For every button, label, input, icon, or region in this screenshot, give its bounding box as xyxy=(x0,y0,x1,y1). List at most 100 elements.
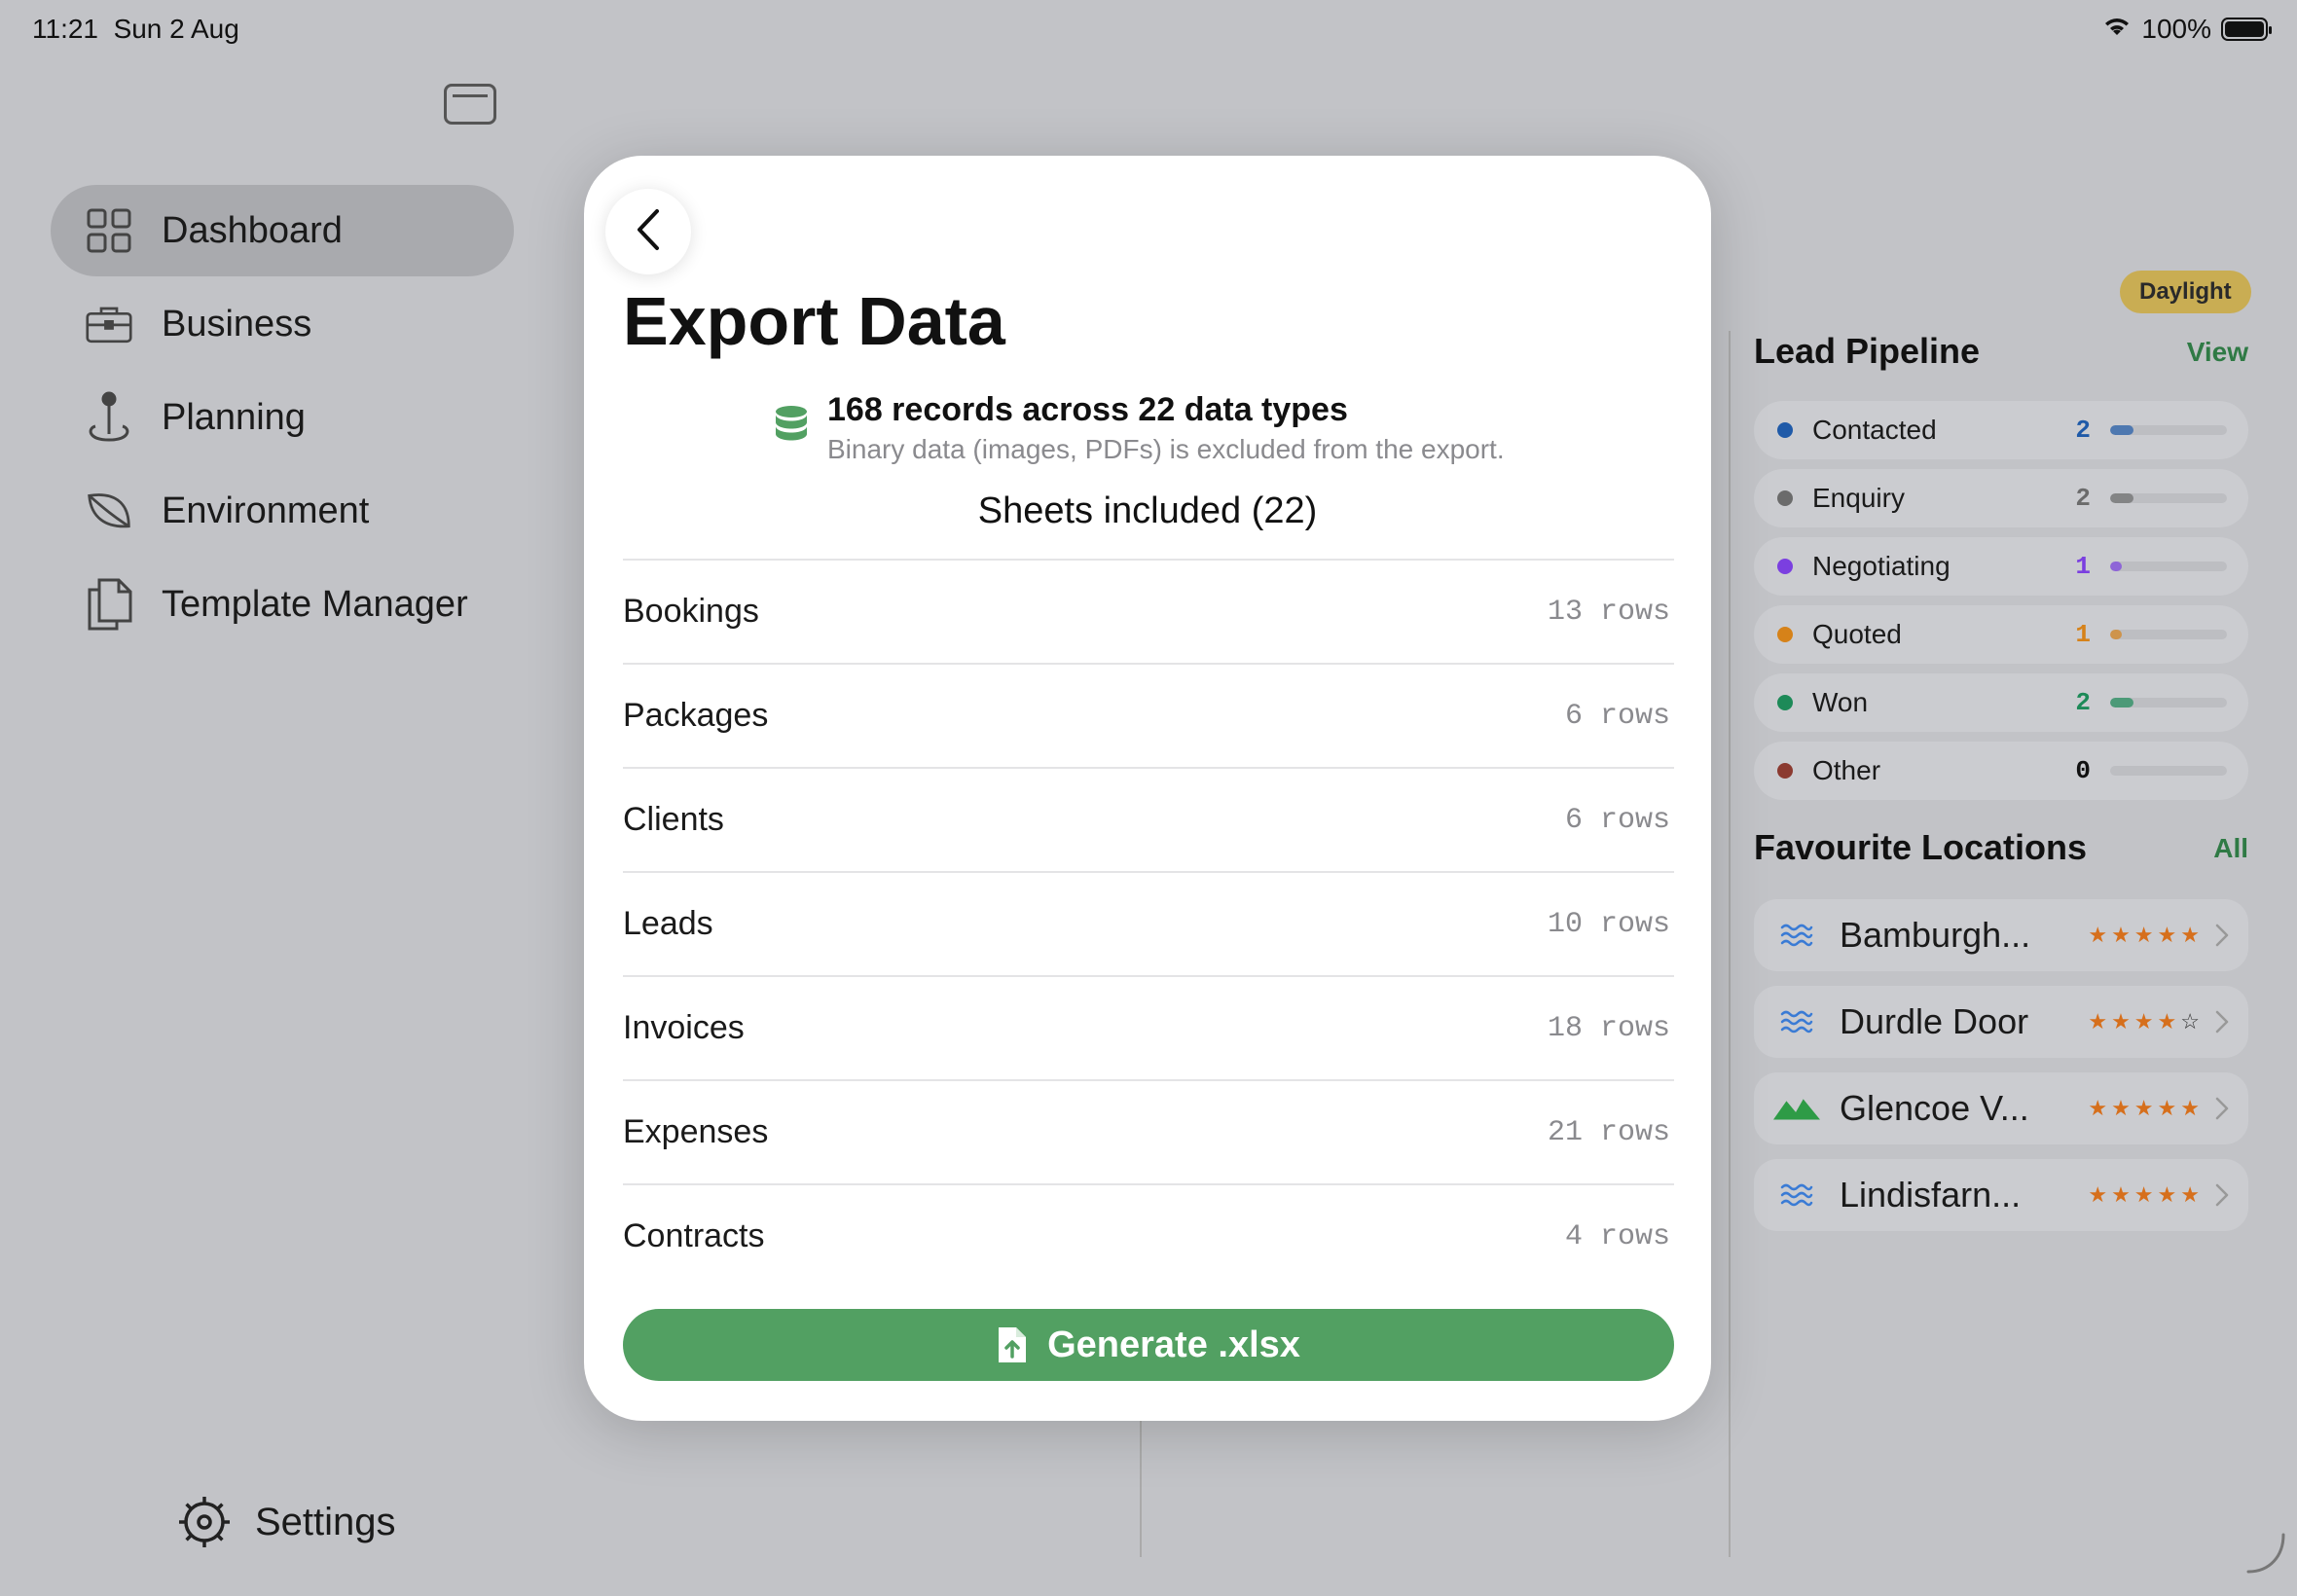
generate-xlsx-button[interactable]: Generate .xlsx xyxy=(623,1309,1674,1381)
pipeline-label: Enquiry xyxy=(1812,483,1905,513)
pipeline-row-won[interactable]: Won 2 xyxy=(1754,673,2248,732)
sheet-row-count: 21 rows xyxy=(1547,1115,1670,1149)
star-filled-icon: ★ xyxy=(2157,1096,2181,1120)
pipeline-label: Won xyxy=(1812,687,1869,717)
pipeline-progress-bar xyxy=(2110,698,2227,707)
pipeline-row-contacted[interactable]: Contacted 2 xyxy=(1754,401,2248,459)
star-filled-icon: ★ xyxy=(2088,1096,2112,1120)
sidebar-item-label: Planning xyxy=(162,396,306,438)
pipeline-row-enquiry[interactable]: Enquiry 2 xyxy=(1754,469,2248,527)
sidebar-item-label: Business xyxy=(162,303,312,345)
location-rating: ★★★★★ xyxy=(2088,1096,2204,1121)
mountains-icon xyxy=(1773,1095,1820,1122)
favourite-locations-title: Favourite Locations xyxy=(1754,827,2088,867)
pipeline-progress-fill xyxy=(2110,698,2133,707)
resize-handle-icon xyxy=(2241,1529,2289,1582)
status-indicators: 100% xyxy=(2102,14,2272,45)
chevron-right-icon xyxy=(2215,1001,2229,1042)
pipeline-label: Other xyxy=(1812,755,1881,785)
sheet-row: Contracts 4 rows xyxy=(623,1183,1674,1288)
sheet-row: Packages 6 rows xyxy=(623,663,1674,767)
sheet-row: Invoices 18 rows xyxy=(623,975,1674,1079)
sheet-name: Expenses xyxy=(623,1113,769,1150)
sidebar-item-planning[interactable]: Planning xyxy=(51,372,514,463)
sheet-name: Leads xyxy=(623,905,713,942)
pipeline-progress-fill xyxy=(2110,630,2122,639)
status-dot xyxy=(1777,695,1793,710)
pipeline-row-negotiating[interactable]: Negotiating 1 xyxy=(1754,537,2248,596)
pipeline-progress-bar xyxy=(2110,562,2227,571)
chevron-right-icon xyxy=(2215,1175,2229,1215)
database-icon xyxy=(775,405,808,453)
chevron-right-icon xyxy=(2215,915,2229,956)
export-data-modal: Export Data 168 records across 22 data t… xyxy=(584,156,1711,1421)
sidebar-item-label: Template Manager xyxy=(162,583,468,625)
star-filled-icon: ★ xyxy=(2111,1182,2134,1207)
star-filled-icon: ★ xyxy=(2088,923,2112,947)
location-rating: ★★★★☆ xyxy=(2088,1009,2204,1034)
pipeline-progress-fill xyxy=(2110,562,2122,571)
sidebar-item-business[interactable]: Business xyxy=(51,278,514,370)
status-dot xyxy=(1777,490,1793,506)
pipeline-progress-bar xyxy=(2110,766,2227,776)
sheet-row-count: 6 rows xyxy=(1564,803,1670,837)
chevron-right-icon xyxy=(2215,1088,2229,1129)
location-rating: ★★★★★ xyxy=(2088,1182,2204,1208)
waves-icon xyxy=(1773,1009,1820,1034)
location-name: Lindisfarn... xyxy=(1840,1175,2022,1215)
star-filled-icon: ★ xyxy=(2133,1009,2158,1034)
leaf-icon xyxy=(86,488,132,534)
pipeline-row-quoted[interactable]: Quoted 1 xyxy=(1754,605,2248,664)
pipeline-count: 1 xyxy=(2075,620,2091,649)
sidebar-item-environment[interactable]: Environment xyxy=(51,465,514,557)
star-filled-icon: ★ xyxy=(2111,1009,2134,1034)
sidebar-toggle-button[interactable] xyxy=(444,84,496,125)
star-filled-icon: ★ xyxy=(2111,923,2134,947)
sheet-name: Clients xyxy=(623,801,724,838)
pipeline-label: Negotiating xyxy=(1812,551,1951,581)
generate-label: Generate .xlsx xyxy=(1047,1324,1300,1365)
modal-title: Export Data xyxy=(623,283,1005,359)
star-filled-icon: ★ xyxy=(2133,923,2158,947)
location-row[interactable]: Durdle Door ★★★★☆ xyxy=(1754,986,2248,1058)
pipeline-progress-fill xyxy=(2110,493,2133,503)
location-row[interactable]: Glencoe V... ★★★★★ xyxy=(1754,1072,2248,1144)
pipeline-label: Quoted xyxy=(1812,619,1902,649)
pipeline-count: 0 xyxy=(2075,756,2091,785)
sidebar-item-dashboard[interactable]: Dashboard xyxy=(51,185,514,276)
sheets-list[interactable]: Bookings 13 rows Packages 6 rows Clients 6 ro… xyxy=(623,559,1674,1288)
settings-button[interactable]: Settings xyxy=(177,1495,396,1549)
grid-icon xyxy=(86,207,132,254)
sheet-row-count: 13 rows xyxy=(1547,595,1670,629)
star-filled-icon: ★ xyxy=(2157,923,2181,947)
wifi-icon xyxy=(2102,14,2132,45)
daylight-badge: Daylight xyxy=(2120,271,2251,313)
file-export-icon xyxy=(997,1325,1028,1364)
location-row[interactable]: Lindisfarn... ★★★★★ xyxy=(1754,1159,2248,1231)
back-button[interactable] xyxy=(605,189,691,274)
sidebar-item-label: Environment xyxy=(162,490,370,531)
sidebar-item-template-manager[interactable]: Template Manager xyxy=(51,559,514,650)
sidebar-nav: Dashboard Business Planning Environment … xyxy=(51,185,514,652)
star-filled-icon: ★ xyxy=(2180,1096,2204,1120)
status-time: 11:21 Sun 2 Aug xyxy=(32,14,239,45)
divider xyxy=(1140,1421,1142,1557)
star-filled-icon: ★ xyxy=(2088,1182,2112,1207)
sheet-name: Contracts xyxy=(623,1217,765,1254)
pipeline-progress-bar xyxy=(2110,630,2227,639)
pipeline-row-other[interactable]: Other 0 xyxy=(1754,742,2248,800)
location-row[interactable]: Bamburgh... ★★★★★ xyxy=(1754,899,2248,971)
documents-icon xyxy=(86,578,132,631)
location-name: Bamburgh... xyxy=(1840,915,2031,955)
sheet-row: Leads 10 rows xyxy=(623,871,1674,975)
lead-pipeline-view-link[interactable]: View xyxy=(2187,337,2248,368)
sheet-row: Clients 6 rows xyxy=(623,767,1674,871)
pipeline-progress-bar xyxy=(2110,425,2227,435)
pipeline-count: 2 xyxy=(2075,688,2091,717)
status-dot xyxy=(1777,559,1793,574)
chevron-left-icon xyxy=(634,207,663,257)
favourite-locations-all-link[interactable]: All xyxy=(2213,833,2248,864)
pipeline-count: 1 xyxy=(2075,552,2091,581)
star-filled-icon: ★ xyxy=(2133,1096,2158,1120)
sheet-row-count: 4 rows xyxy=(1564,1219,1670,1253)
